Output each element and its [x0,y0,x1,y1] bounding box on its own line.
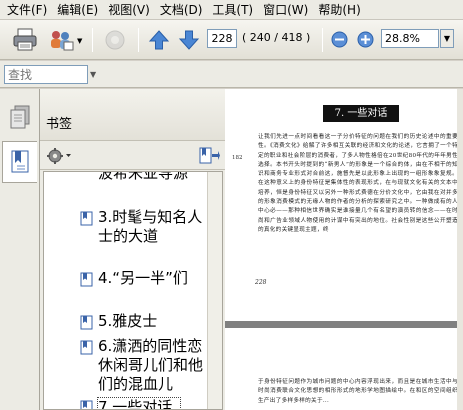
search-input[interactable] [4,65,88,84]
bookmark-icon [80,272,93,287]
zoom-level-input[interactable] [381,29,439,48]
toolbar-separator [138,28,139,52]
next-page-button[interactable] [176,27,202,53]
page-body-text: 让我们先进一点时间看看这一子分价特征的问题在我们的历史论述中的重要性。《消费文化… [258,134,458,233]
bookmark-label: 6.潇洒的同性恋休闲哥儿们和他们的混血儿 [98,337,204,393]
menu-edit[interactable]: 编辑(E) [52,1,103,19]
zoom-in-icon [357,31,373,47]
menu-document[interactable]: 文档(D) [155,1,208,19]
menu-tools[interactable]: 工具(T) [207,1,258,19]
menu-bar: 文件(F) 编辑(E) 视图(V) 文档(D) 工具(T) 窗口(W) 帮助(H… [0,0,463,20]
new-bookmark-icon [199,147,220,164]
bookmarks-tab[interactable] [2,141,37,183]
bookmarks-panel: 书签 波希米亚导源 3.时髦与知名人士的大道 4.“另一半”们 5.雅皮士 6.… [40,89,225,410]
gear-icon [47,148,71,164]
bookmark-icon [80,211,93,226]
bookmark-icon [80,400,93,409]
pages-icon [10,105,29,129]
arrow-up-icon [148,30,170,50]
print-button[interactable] [10,25,40,55]
zoom-out-button[interactable] [330,30,348,48]
printer-icon [13,28,37,51]
toolbar-separator [92,28,93,52]
menu-view[interactable]: 视图(V) [103,1,155,19]
zoom-out-icon [331,31,347,47]
arrow-down-icon [178,30,200,50]
document-page: 于身份特征问题作为城市问题的中心内容浮现出来，而且是在城市生活中与时尚消费联合文… [225,328,463,410]
bookmark-label: 5.雅皮士 [98,312,158,330]
new-bookmark-button[interactable] [198,146,220,169]
menu-window[interactable]: 窗口(W) [258,1,313,19]
bookmark-item[interactable]: 4.“另一半”们 [44,269,222,309]
zoom-in-button[interactable] [356,30,374,48]
bookmark-item[interactable]: 波希米亚导源 [44,171,222,206]
search-dropdown-arrow-icon[interactable]: ▼ [90,70,96,79]
toolbar: ▼ ( 240 / 418 ) ▼ [0,20,463,60]
collaborate-button[interactable] [46,25,76,55]
menu-file[interactable]: 文件(F) [2,1,52,19]
document-view[interactable]: 7. 一些对话 182 让我们先进一点时间看看这一子分价特征的问题在我们的历史论… [225,89,463,410]
chapter-title: 7. 一些对话 [323,105,399,122]
page-number-input[interactable] [207,29,237,48]
bookmark-label: 7.一些对话 [97,397,181,409]
document-page: 7. 一些对话 182 让我们先进一点时间看看这一子分价特征的问题在我们的历史论… [225,89,463,321]
menu-help[interactable]: 帮助(H) [313,1,365,19]
document-scrollbar[interactable] [457,89,463,410]
previous-page-button[interactable] [146,27,172,53]
people-share-icon [51,31,74,51]
margin-page-reference: 182 [232,155,243,161]
bookmark-item[interactable]: 5.雅皮士 [44,312,222,332]
bookmark-item-selected[interactable]: 7.一些对话 [44,397,222,409]
bookmarks-icon [11,150,29,173]
pages-tab[interactable] [2,97,37,139]
toolbar-separator [322,28,323,52]
page-count-label: ( 240 / 418 ) [242,31,311,44]
page-body-text: 于身份特征问题作为城市问题的中心内容浮现出来，而且是在城市生活中与时尚消费联合文… [258,379,458,404]
bookmarks-list: 波希米亚导源 3.时髦与知名人士的大道 4.“另一半”们 5.雅皮士 6.潇洒的… [43,171,223,410]
zoom-dropdown-arrow-icon[interactable]: ▼ [440,29,454,48]
navigation-pane-strip [0,89,40,410]
search-bar: ▼ [0,61,463,88]
options-button[interactable] [46,147,72,168]
sync-icon [105,30,125,50]
page-number-footer: 228 [255,279,267,286]
bookmark-icon [80,340,93,355]
bookmarks-header: 书签 [40,89,225,141]
sync-button[interactable] [100,25,130,55]
bookmark-label: 3.时髦与知名人士的大道 [98,208,203,245]
bookmarks-toolbar [40,142,225,170]
bookmarks-title: 书签 [46,117,73,132]
bookmark-icon [80,315,93,330]
collaborate-dropdown-arrow-icon[interactable]: ▼ [77,37,82,45]
bookmark-label: 4.“另一半”们 [98,269,188,287]
bookmarks-scrollbar[interactable] [207,172,222,409]
bookmark-label: 波希米亚导源 [98,171,189,182]
bookmark-item[interactable]: 3.时髦与知名人士的大道 [44,208,222,268]
